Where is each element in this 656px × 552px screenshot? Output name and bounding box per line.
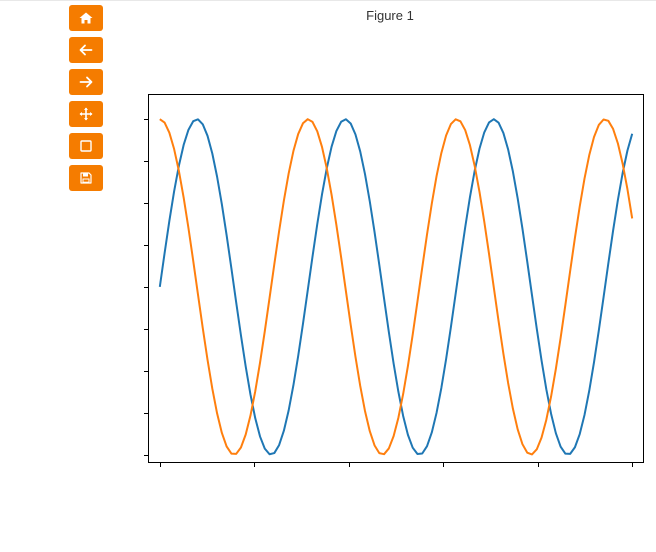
plot-canvas[interactable]	[0, 0, 656, 552]
